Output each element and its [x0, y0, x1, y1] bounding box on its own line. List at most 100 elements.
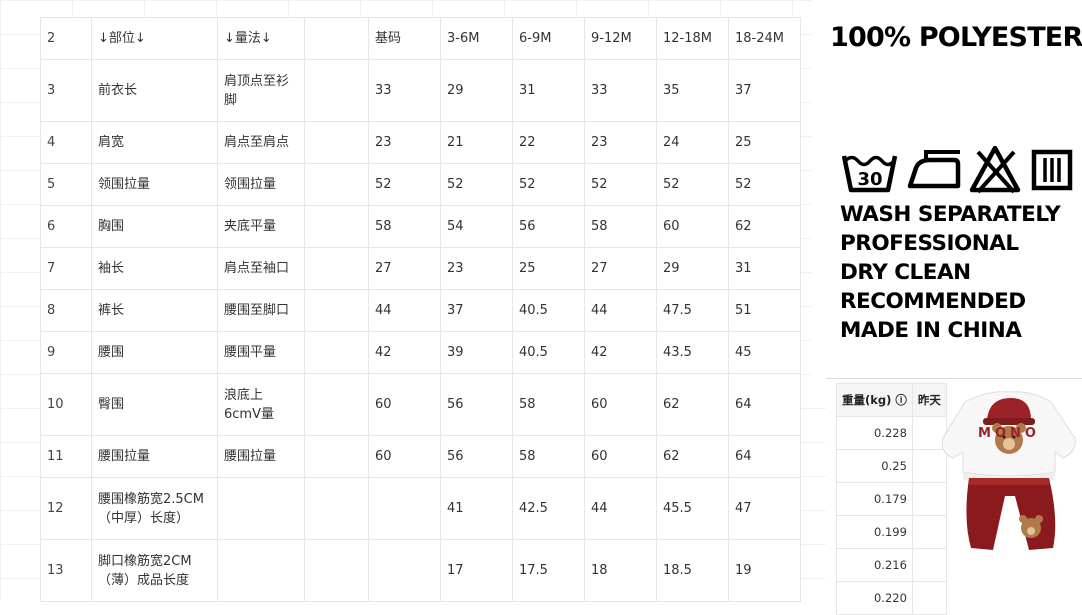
size-value-cell[interactable]: 45.5	[656, 477, 729, 540]
weight-cell[interactable]: 0.228	[836, 416, 913, 450]
size-value-cell[interactable]: 44	[584, 477, 657, 540]
weight-cell[interactable]: 0.199	[836, 515, 913, 549]
size-value-cell[interactable]: 60	[584, 373, 657, 436]
size-value-cell[interactable]: 52	[512, 163, 585, 206]
size-value-cell[interactable]: 37	[728, 59, 801, 122]
size-value-cell[interactable]: 33	[584, 59, 657, 122]
base-cell[interactable]	[368, 477, 441, 540]
blank-cell[interactable]	[304, 539, 369, 602]
part-cell[interactable]: 领围拉量	[91, 163, 218, 206]
size-value-cell[interactable]: 39	[440, 331, 513, 374]
weight-header[interactable]: 重量(kg) ⓘ	[836, 383, 913, 417]
base-cell[interactable]: 42	[368, 331, 441, 374]
method-cell[interactable]	[217, 477, 305, 540]
blank-cell[interactable]	[304, 373, 369, 436]
size-value-cell[interactable]: 60	[584, 435, 657, 478]
size-value-cell[interactable]: 43.5	[656, 331, 729, 374]
size-value-cell[interactable]: 31	[728, 247, 801, 290]
row-number[interactable]: 13	[40, 539, 92, 602]
size-value-cell[interactable]: 29	[440, 59, 513, 122]
blank-cell[interactable]	[304, 435, 369, 478]
blank-cell[interactable]	[304, 289, 369, 332]
base-cell[interactable]	[368, 539, 441, 602]
part-cell[interactable]: 胸围	[91, 205, 218, 248]
size-value-cell[interactable]: 21	[440, 121, 513, 164]
size-value-cell[interactable]: 64	[728, 373, 801, 436]
base-cell[interactable]: 52	[368, 163, 441, 206]
size-value-cell[interactable]: 44	[584, 289, 657, 332]
part-cell[interactable]: 腰围	[91, 331, 218, 374]
weight-cell[interactable]: 0.220	[836, 581, 913, 615]
size-value-cell[interactable]: 45	[728, 331, 801, 374]
size-value-cell[interactable]: 41	[440, 477, 513, 540]
size-value-cell[interactable]: 62	[728, 205, 801, 248]
size-value-cell[interactable]: 56	[440, 435, 513, 478]
blank-cell[interactable]	[304, 163, 369, 206]
size-value-cell[interactable]: 58	[512, 435, 585, 478]
part-cell[interactable]: 前衣长	[91, 59, 218, 122]
size-value-cell[interactable]: 52	[440, 163, 513, 206]
base-cell[interactable]: 23	[368, 121, 441, 164]
base-cell[interactable]: 58	[368, 205, 441, 248]
row-number[interactable]: 6	[40, 205, 92, 248]
part-cell[interactable]: 腰围橡筋宽2.5CM（中厚）长度）	[91, 477, 218, 540]
method-cell[interactable]: 肩点至肩点	[217, 121, 305, 164]
size-value-cell[interactable]: 23	[584, 121, 657, 164]
method-cell[interactable]: 腰围至脚口	[217, 289, 305, 332]
method-cell[interactable]: 腰围拉量	[217, 435, 305, 478]
weight-cell[interactable]: 0.179	[836, 482, 913, 516]
weight-cell[interactable]: 0.216	[836, 548, 913, 582]
size-value-cell[interactable]: 42	[584, 331, 657, 374]
size-value-cell[interactable]: 56	[440, 373, 513, 436]
size-value-cell[interactable]: 29	[656, 247, 729, 290]
row-number[interactable]: 9	[40, 331, 92, 374]
method-cell[interactable]: 肩点至袖口	[217, 247, 305, 290]
weight-cell[interactable]: 0.25	[836, 449, 913, 483]
part-cell[interactable]: 脚口橡筋宽2CM（薄）成品长度	[91, 539, 218, 602]
size-value-cell[interactable]: 47.5	[656, 289, 729, 332]
size-value-cell[interactable]: 19	[728, 539, 801, 602]
size-value-cell[interactable]: 35	[656, 59, 729, 122]
part-cell[interactable]: 臀围	[91, 373, 218, 436]
size-value-cell[interactable]: 17	[440, 539, 513, 602]
size-value-cell[interactable]: 27	[584, 247, 657, 290]
size-value-cell[interactable]: 17.5	[512, 539, 585, 602]
blank-cell[interactable]	[304, 59, 369, 122]
part-cell[interactable]: 腰围拉量	[91, 435, 218, 478]
size-value-cell[interactable]: 60	[656, 205, 729, 248]
row-number[interactable]: 5	[40, 163, 92, 206]
row-number[interactable]: 8	[40, 289, 92, 332]
row-number[interactable]: 7	[40, 247, 92, 290]
size-value-cell[interactable]: 58	[512, 373, 585, 436]
base-cell[interactable]: 60	[368, 373, 441, 436]
base-cell[interactable]: 44	[368, 289, 441, 332]
size-value-cell[interactable]: 52	[584, 163, 657, 206]
blank-cell[interactable]	[304, 205, 369, 248]
size-value-cell[interactable]: 54	[440, 205, 513, 248]
method-cell[interactable]: 领围拉量	[217, 163, 305, 206]
blank-cell[interactable]	[304, 247, 369, 290]
row-number[interactable]: 11	[40, 435, 92, 478]
base-cell[interactable]: 27	[368, 247, 441, 290]
row-number[interactable]: 12	[40, 477, 92, 540]
size-value-cell[interactable]: 64	[728, 435, 801, 478]
size-value-cell[interactable]: 58	[584, 205, 657, 248]
size-value-cell[interactable]: 37	[440, 289, 513, 332]
size-value-cell[interactable]: 24	[656, 121, 729, 164]
size-value-cell[interactable]: 18.5	[656, 539, 729, 602]
size-value-cell[interactable]: 40.5	[512, 331, 585, 374]
method-cell[interactable]: 夹底平量	[217, 205, 305, 248]
blank-cell[interactable]	[304, 121, 369, 164]
method-cell[interactable]: 肩顶点至衫脚	[217, 59, 305, 122]
row-number[interactable]: 10	[40, 373, 92, 436]
size-value-cell[interactable]: 62	[656, 435, 729, 478]
size-value-cell[interactable]: 52	[728, 163, 801, 206]
part-cell[interactable]: 肩宽	[91, 121, 218, 164]
method-cell[interactable]	[217, 539, 305, 602]
base-cell[interactable]: 60	[368, 435, 441, 478]
size-value-cell[interactable]: 62	[656, 373, 729, 436]
base-cell[interactable]: 33	[368, 59, 441, 122]
size-value-cell[interactable]: 42.5	[512, 477, 585, 540]
row-number[interactable]: 3	[40, 59, 92, 122]
size-value-cell[interactable]: 40.5	[512, 289, 585, 332]
